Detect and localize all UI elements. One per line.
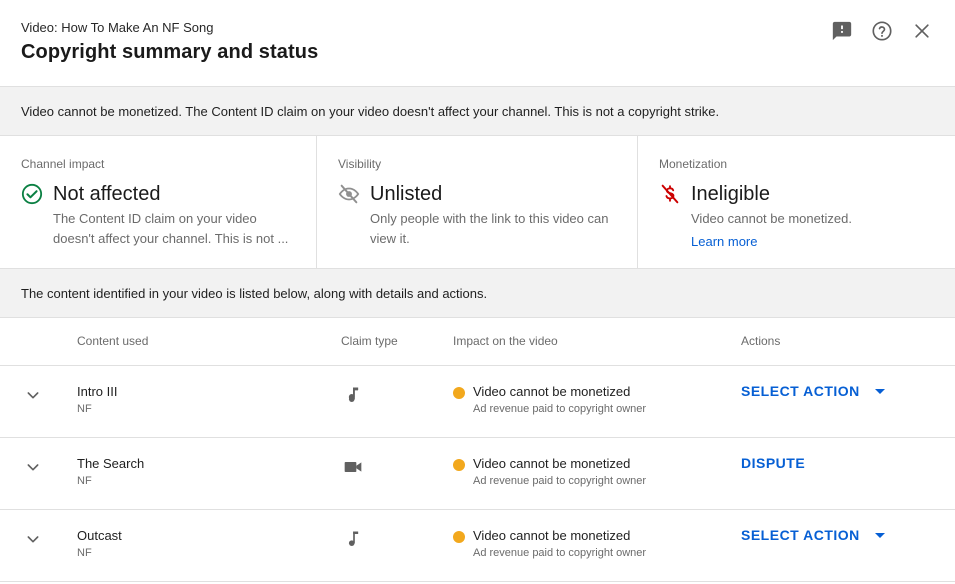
visibility-card: Visibility Unlisted Only people with the… bbox=[317, 136, 638, 268]
impact-subtext: Ad revenue paid to copyright owner bbox=[473, 475, 647, 487]
table-row: The Search NF Video cannot be monetized … bbox=[0, 438, 955, 510]
eye-off-icon bbox=[338, 183, 360, 205]
content-title: Intro III bbox=[77, 384, 118, 399]
status-banner-text: Video cannot be monetized. The Content I… bbox=[21, 104, 720, 119]
summary-cards: Channel impact Not affected The Content … bbox=[0, 136, 955, 268]
visibility-value: Unlisted bbox=[370, 183, 443, 205]
audio-icon bbox=[341, 383, 365, 407]
video-title-label: Video: How To Make An NF Song bbox=[21, 20, 214, 35]
channel-impact-label: Channel impact bbox=[21, 157, 105, 171]
chevron-down-icon[interactable] bbox=[22, 384, 44, 406]
monetization-description: Video cannot be monetized. bbox=[691, 211, 852, 226]
column-header-claim-type: Claim type bbox=[341, 334, 398, 348]
status-dot bbox=[453, 387, 465, 399]
select-action-label: SELECT ACTION bbox=[741, 383, 860, 399]
check-circle-icon bbox=[21, 183, 43, 205]
dropdown-caret-icon bbox=[874, 532, 885, 538]
select-action-label: SELECT ACTION bbox=[741, 527, 860, 543]
help-icon[interactable] bbox=[871, 19, 893, 43]
dispute-button[interactable]: DISPUTE bbox=[741, 455, 805, 471]
status-dot bbox=[453, 531, 465, 543]
table-row: Outcast NF Video cannot be monetized Ad … bbox=[0, 510, 955, 582]
column-header-actions: Actions bbox=[741, 334, 781, 348]
channel-impact-card: Channel impact Not affected The Content … bbox=[0, 136, 317, 268]
channel-impact-description: The Content ID claim on your video doesn… bbox=[53, 211, 289, 246]
monetization-label: Monetization bbox=[659, 157, 728, 171]
select-action-button[interactable]: SELECT ACTION bbox=[741, 527, 885, 543]
select-action-button[interactable]: SELECT ACTION bbox=[741, 383, 885, 399]
feedback-icon[interactable] bbox=[831, 19, 853, 43]
dropdown-caret-icon bbox=[874, 388, 885, 394]
chevron-down-icon[interactable] bbox=[22, 456, 44, 478]
dispute-label: DISPUTE bbox=[741, 455, 806, 471]
impact-subtext: Ad revenue paid to copyright owner bbox=[473, 547, 647, 559]
status-banner: Video cannot be monetized. The Content I… bbox=[0, 86, 955, 136]
visibility-description: Only people with the link to this video … bbox=[370, 211, 609, 246]
video-camera-icon bbox=[341, 455, 365, 479]
chevron-down-icon[interactable] bbox=[22, 528, 44, 550]
table-row: Intro III NF Video cannot be monetized A… bbox=[0, 366, 955, 438]
table-header: Content used Claim type Impact on the vi… bbox=[0, 318, 955, 366]
impact-subtext: Ad revenue paid to copyright owner bbox=[473, 403, 647, 415]
content-artist: NF bbox=[77, 547, 92, 559]
content-artist: NF bbox=[77, 475, 92, 487]
monetization-card: Monetization Ineligible Video cannot be … bbox=[638, 136, 955, 268]
content-info-banner: The content identified in your video is … bbox=[0, 268, 955, 318]
content-title: The Search bbox=[77, 456, 145, 471]
close-icon[interactable] bbox=[911, 19, 933, 43]
impact-text: Video cannot be monetized bbox=[473, 384, 631, 399]
visibility-label: Visibility bbox=[338, 157, 382, 171]
column-header-impact: Impact on the video bbox=[453, 334, 558, 348]
audio-icon bbox=[341, 527, 365, 551]
page-title: Copyright summary and status bbox=[21, 41, 319, 63]
header-actions bbox=[831, 19, 933, 43]
dialog-header: Video: How To Make An NF Song Copyright … bbox=[0, 0, 955, 86]
content-artist: NF bbox=[77, 403, 92, 415]
content-title: Outcast bbox=[77, 528, 122, 543]
no-money-icon bbox=[659, 183, 681, 205]
channel-impact-value: Not affected bbox=[53, 183, 161, 205]
content-info-text: The content identified in your video is … bbox=[21, 286, 488, 301]
status-dot bbox=[453, 459, 465, 471]
learn-more-link[interactable]: Learn more bbox=[691, 234, 757, 249]
impact-text: Video cannot be monetized bbox=[473, 528, 631, 543]
column-header-content-used: Content used bbox=[77, 334, 149, 348]
monetization-value: Ineligible bbox=[691, 183, 770, 205]
impact-text: Video cannot be monetized bbox=[473, 456, 631, 471]
